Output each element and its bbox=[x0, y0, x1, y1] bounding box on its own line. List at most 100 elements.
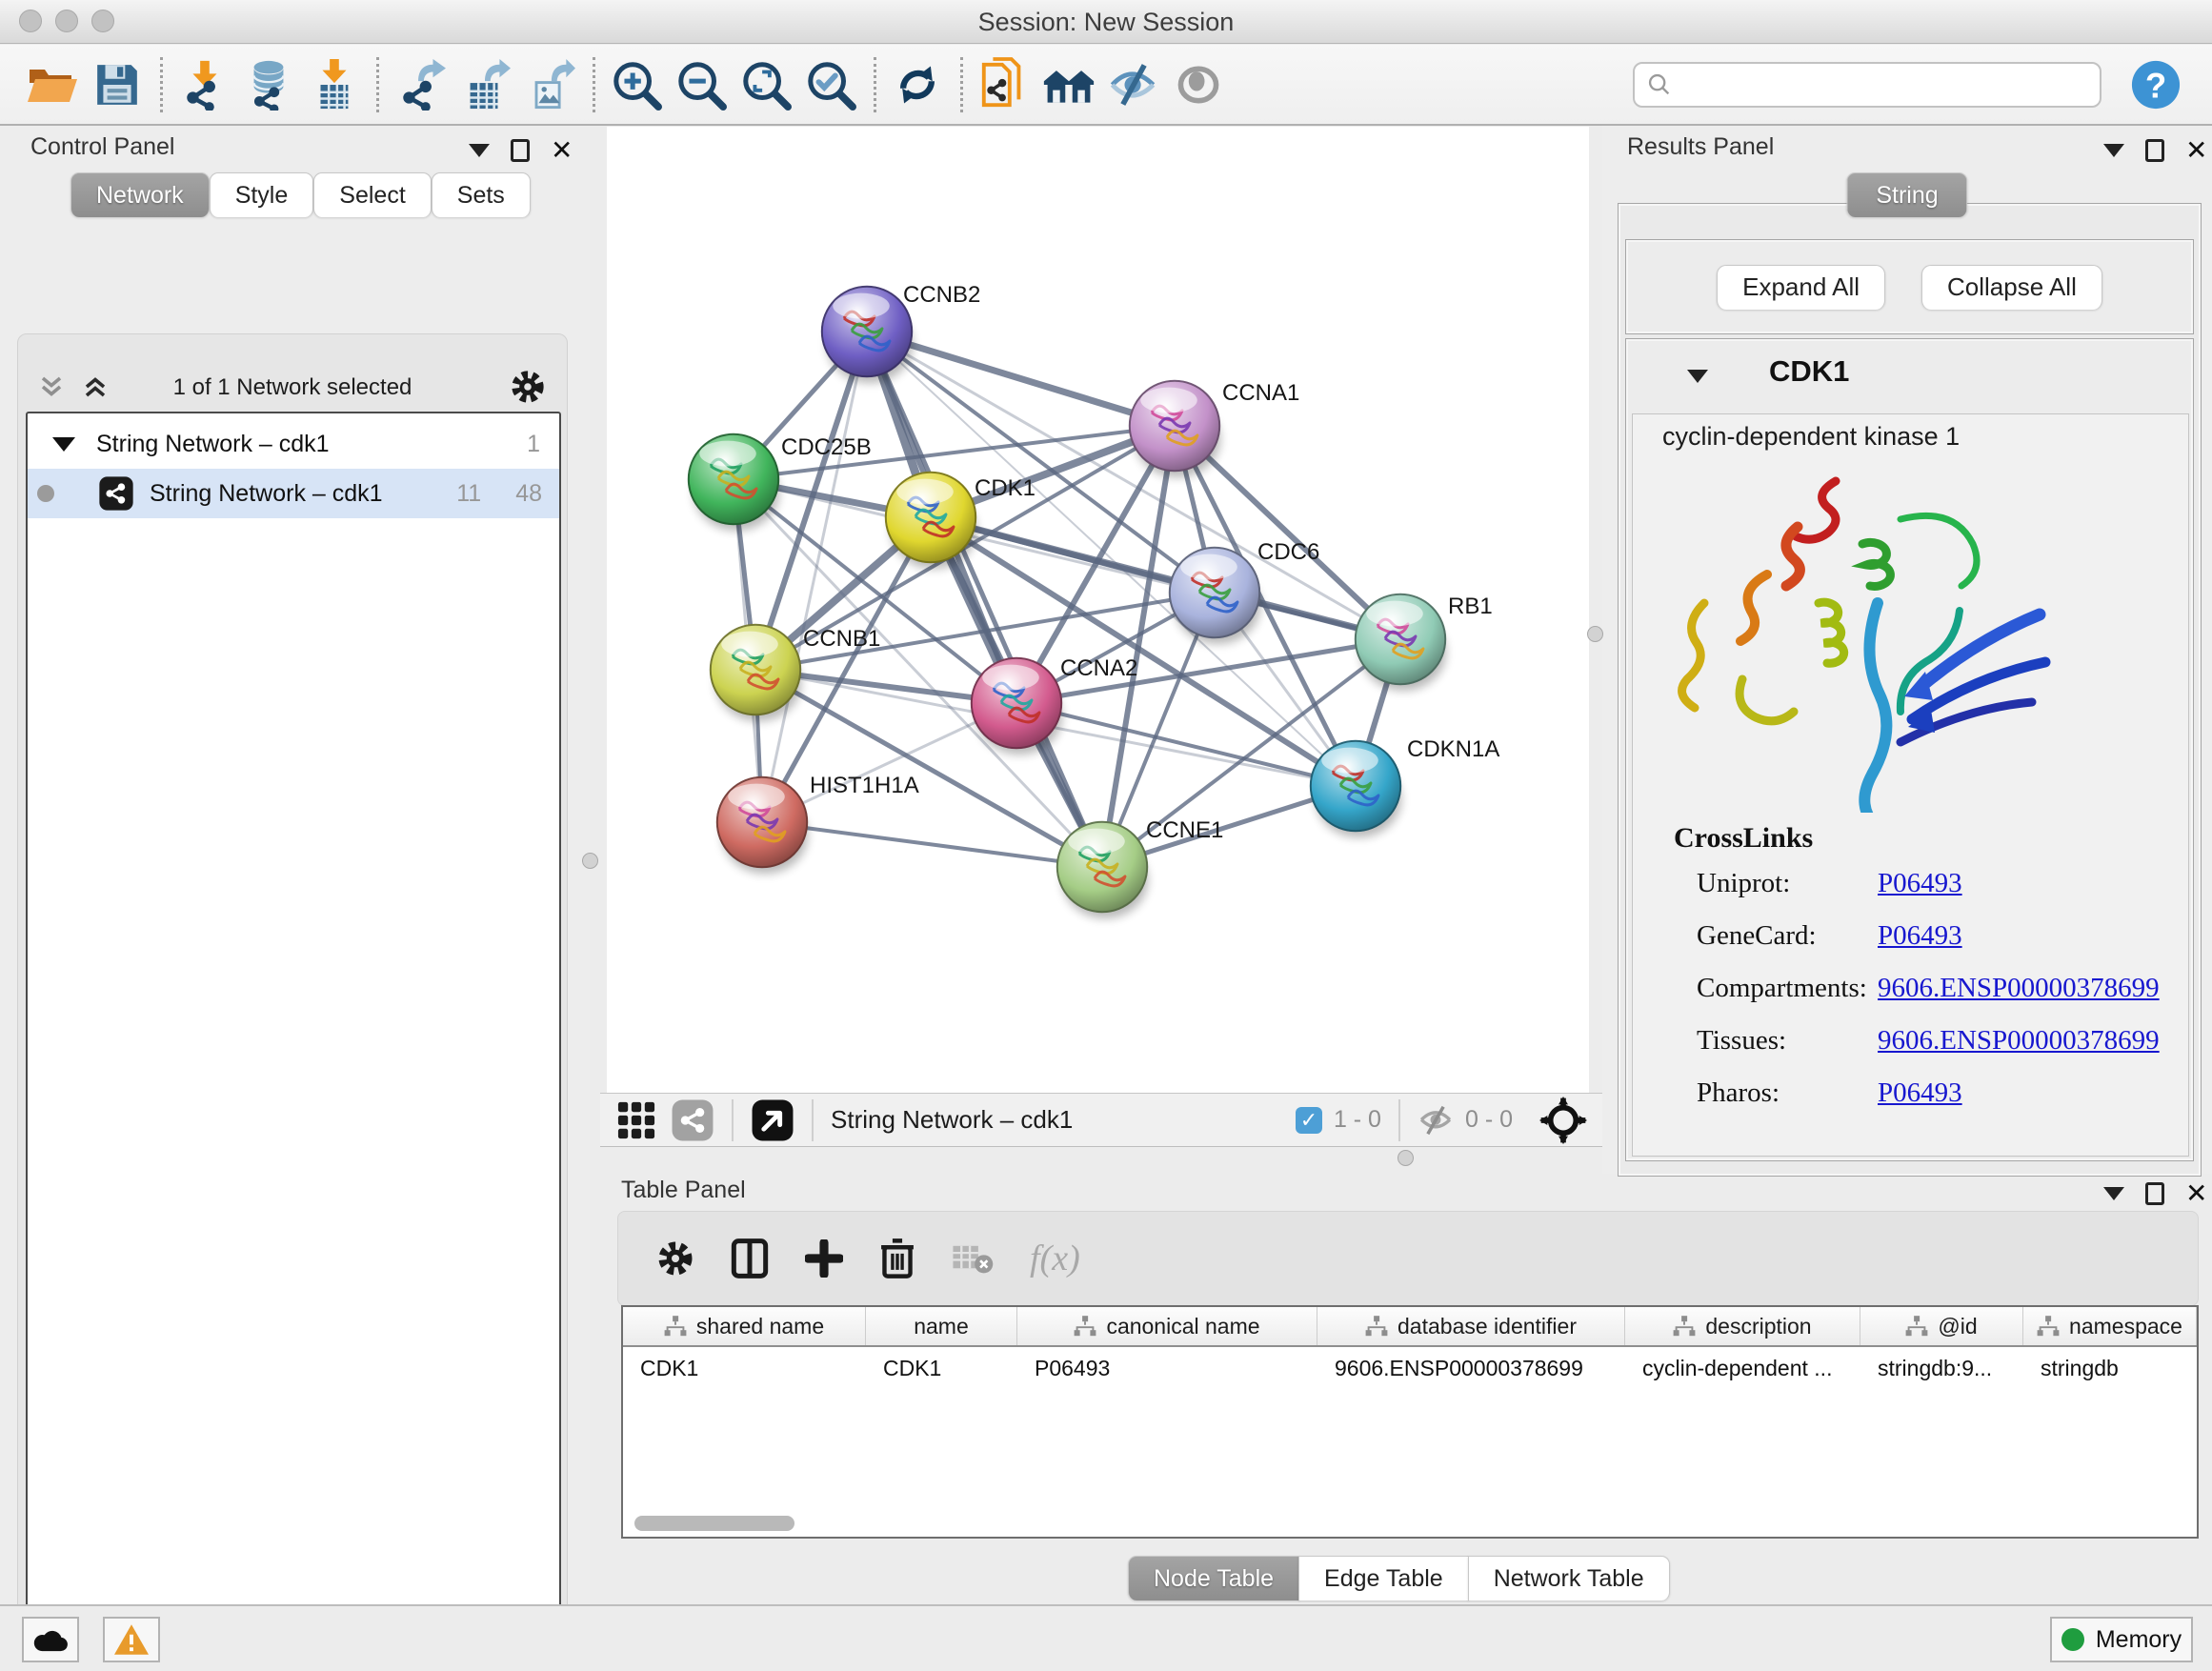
crosslink-value-link[interactable]: 9606.ENSP00000378699 bbox=[1878, 1025, 2160, 1057]
zoom-selected-button[interactable] bbox=[803, 55, 858, 114]
network-options-gear-icon[interactable] bbox=[510, 369, 546, 405]
control-panel-float-icon[interactable] bbox=[511, 139, 530, 162]
crosslink-value-link[interactable]: 9606.ENSP00000378699 bbox=[1878, 973, 2160, 1004]
table-panel-float-icon[interactable] bbox=[2145, 1182, 2164, 1205]
network-canvas[interactable]: CCNB2 CCNA1 CDC25B CDK1 bbox=[607, 127, 1589, 1093]
help-button[interactable]: ? bbox=[2128, 55, 2183, 114]
column-header-shared-name[interactable]: shared name bbox=[623, 1307, 866, 1345]
column-header-namespace[interactable]: namespace bbox=[2023, 1307, 2197, 1345]
node-table: shared namenamecanonical namedatabase id… bbox=[621, 1305, 2199, 1539]
node-label-RB1: RB1 bbox=[1448, 594, 1493, 619]
tab-edge-table[interactable]: Edge Table bbox=[1298, 1556, 1469, 1601]
cloud-icon bbox=[31, 1626, 70, 1653]
tab-sets[interactable]: Sets bbox=[432, 172, 531, 217]
table-cell[interactable]: 9606.ENSP00000378699 bbox=[1317, 1356, 1625, 1381]
control-panel-close-icon[interactable]: ✕ bbox=[551, 139, 573, 162]
network-node-CCNB2[interactable]: CCNB2 bbox=[821, 282, 980, 383]
network-node-RB1[interactable]: RB1 bbox=[1355, 594, 1493, 691]
table-cell[interactable]: stringdb bbox=[2023, 1356, 2197, 1381]
status-bar: Memory bbox=[0, 1604, 2212, 1671]
column-label: description bbox=[1705, 1314, 1811, 1339]
tab-network-table[interactable]: Network Table bbox=[1468, 1556, 1670, 1601]
refresh-view-button[interactable] bbox=[890, 55, 945, 114]
network-row-selected[interactable]: String Network – cdk1 11 48 bbox=[28, 469, 559, 518]
zoom-fit-button[interactable] bbox=[738, 55, 794, 114]
selected-checkbox-icon[interactable]: ✓ bbox=[1296, 1107, 1322, 1134]
import-network-file-button[interactable] bbox=[176, 55, 231, 114]
zoom-in-button[interactable] bbox=[609, 55, 664, 114]
tab-network[interactable]: Network bbox=[70, 172, 210, 217]
memory-button[interactable]: Memory bbox=[2050, 1617, 2193, 1662]
cloud-status-button[interactable] bbox=[22, 1617, 79, 1662]
save-session-button[interactable] bbox=[90, 55, 145, 114]
protein-card-body: cyclin-dependent kinase 1 bbox=[1632, 413, 2189, 1157]
control-panel-menu-icon[interactable] bbox=[469, 144, 490, 157]
table-options-gear-icon[interactable] bbox=[656, 1239, 694, 1278]
column-header-database-identifier[interactable]: database identifier bbox=[1317, 1307, 1625, 1345]
column-header-description[interactable]: description bbox=[1625, 1307, 1860, 1345]
right-splitter-handle[interactable] bbox=[1587, 626, 1603, 642]
protein-card-collapse-icon[interactable] bbox=[1687, 370, 1708, 383]
import-table-button[interactable] bbox=[306, 55, 361, 114]
import-network-database-button[interactable] bbox=[241, 55, 296, 114]
results-panel-menu-icon[interactable] bbox=[2103, 144, 2124, 157]
export-image-button[interactable] bbox=[522, 55, 577, 114]
delete-column-icon[interactable] bbox=[879, 1238, 915, 1279]
horizontal-scrollbar[interactable] bbox=[634, 1516, 794, 1531]
zoom-out-button[interactable] bbox=[674, 55, 729, 114]
export-network-icon bbox=[394, 59, 446, 111]
grid-view-icon[interactable] bbox=[615, 1099, 657, 1141]
title-bar: Session: New Session bbox=[0, 0, 2212, 44]
protein-card: CDK1 cyclin-dependent kinase 1 bbox=[1625, 338, 2194, 1161]
results-panel-close-icon[interactable]: ✕ bbox=[2185, 139, 2207, 162]
results-panel-float-icon[interactable] bbox=[2145, 139, 2164, 162]
network-collection-row[interactable]: String Network – cdk1 1 bbox=[28, 419, 559, 469]
network-view-share-icon[interactable] bbox=[671, 1098, 714, 1142]
column-header-name[interactable]: name bbox=[866, 1307, 1017, 1345]
add-column-icon[interactable] bbox=[805, 1239, 843, 1278]
birdseye-view-icon[interactable] bbox=[1539, 1097, 1587, 1144]
show-all-button[interactable] bbox=[1171, 55, 1226, 114]
table-cell[interactable]: stringdb:9... bbox=[1860, 1356, 2023, 1381]
horizontal-splitter-handle[interactable] bbox=[1398, 1150, 1414, 1166]
left-splitter-handle[interactable] bbox=[582, 853, 598, 869]
collection-expand-arrow-icon[interactable] bbox=[52, 437, 75, 452]
node-label-CCNA1: CCNA1 bbox=[1222, 380, 1299, 406]
column-header--id[interactable]: @id bbox=[1860, 1307, 2023, 1345]
table-cell[interactable]: CDK1 bbox=[866, 1356, 1017, 1381]
search-input[interactable] bbox=[1680, 71, 2088, 98]
table-cell[interactable]: CDK1 bbox=[623, 1356, 866, 1381]
column-header-canonical-name[interactable]: canonical name bbox=[1017, 1307, 1317, 1345]
warning-status-button[interactable] bbox=[103, 1617, 160, 1662]
column-network-icon bbox=[1074, 1316, 1096, 1337]
protein-structure-image bbox=[1676, 460, 2057, 813]
network-node-CCNE1[interactable]: CCNE1 bbox=[1056, 817, 1223, 918]
collapse-all-button[interactable]: Collapse All bbox=[1921, 265, 2102, 310]
tab-select[interactable]: Select bbox=[313, 172, 431, 217]
crosslink-value-link[interactable]: P06493 bbox=[1878, 1077, 1962, 1109]
crosslink-value-link[interactable]: P06493 bbox=[1878, 920, 1962, 952]
tab-node-table[interactable]: Node Table bbox=[1128, 1556, 1299, 1601]
network-node-CDC6[interactable]: CDC6 bbox=[1169, 539, 1319, 644]
hide-selected-button[interactable] bbox=[1106, 55, 1161, 114]
table-row[interactable]: CDK1CDK1P064939606.ENSP00000378699cyclin… bbox=[623, 1347, 2197, 1389]
detach-view-icon[interactable] bbox=[751, 1098, 794, 1142]
export-network-button[interactable] bbox=[392, 55, 448, 114]
network-node-CDKN1A[interactable]: CDKN1A bbox=[1310, 736, 1499, 837]
crosslink-value-link[interactable]: P06493 bbox=[1878, 868, 1962, 899]
export-table-button[interactable] bbox=[457, 55, 513, 114]
network-status-dot-icon bbox=[37, 485, 54, 502]
table-cell[interactable]: P06493 bbox=[1017, 1356, 1317, 1381]
table-cell[interactable]: cyclin-dependent ... bbox=[1625, 1356, 1860, 1381]
home-button[interactable] bbox=[1041, 55, 1096, 114]
show-columns-icon[interactable] bbox=[731, 1238, 769, 1279]
table-panel-close-icon[interactable]: ✕ bbox=[2185, 1182, 2207, 1205]
tab-style[interactable]: Style bbox=[210, 172, 314, 217]
expand-all-button[interactable]: Expand All bbox=[1717, 265, 1885, 310]
open-session-button[interactable] bbox=[25, 55, 80, 114]
string-import-button[interactable] bbox=[976, 55, 1032, 114]
table-panel-menu-icon[interactable] bbox=[2103, 1187, 2124, 1200]
tab-string[interactable]: String bbox=[1846, 172, 1967, 217]
string-network-icon bbox=[98, 475, 134, 512]
network-node-HIST1H1A[interactable]: HIST1H1A bbox=[716, 773, 919, 874]
